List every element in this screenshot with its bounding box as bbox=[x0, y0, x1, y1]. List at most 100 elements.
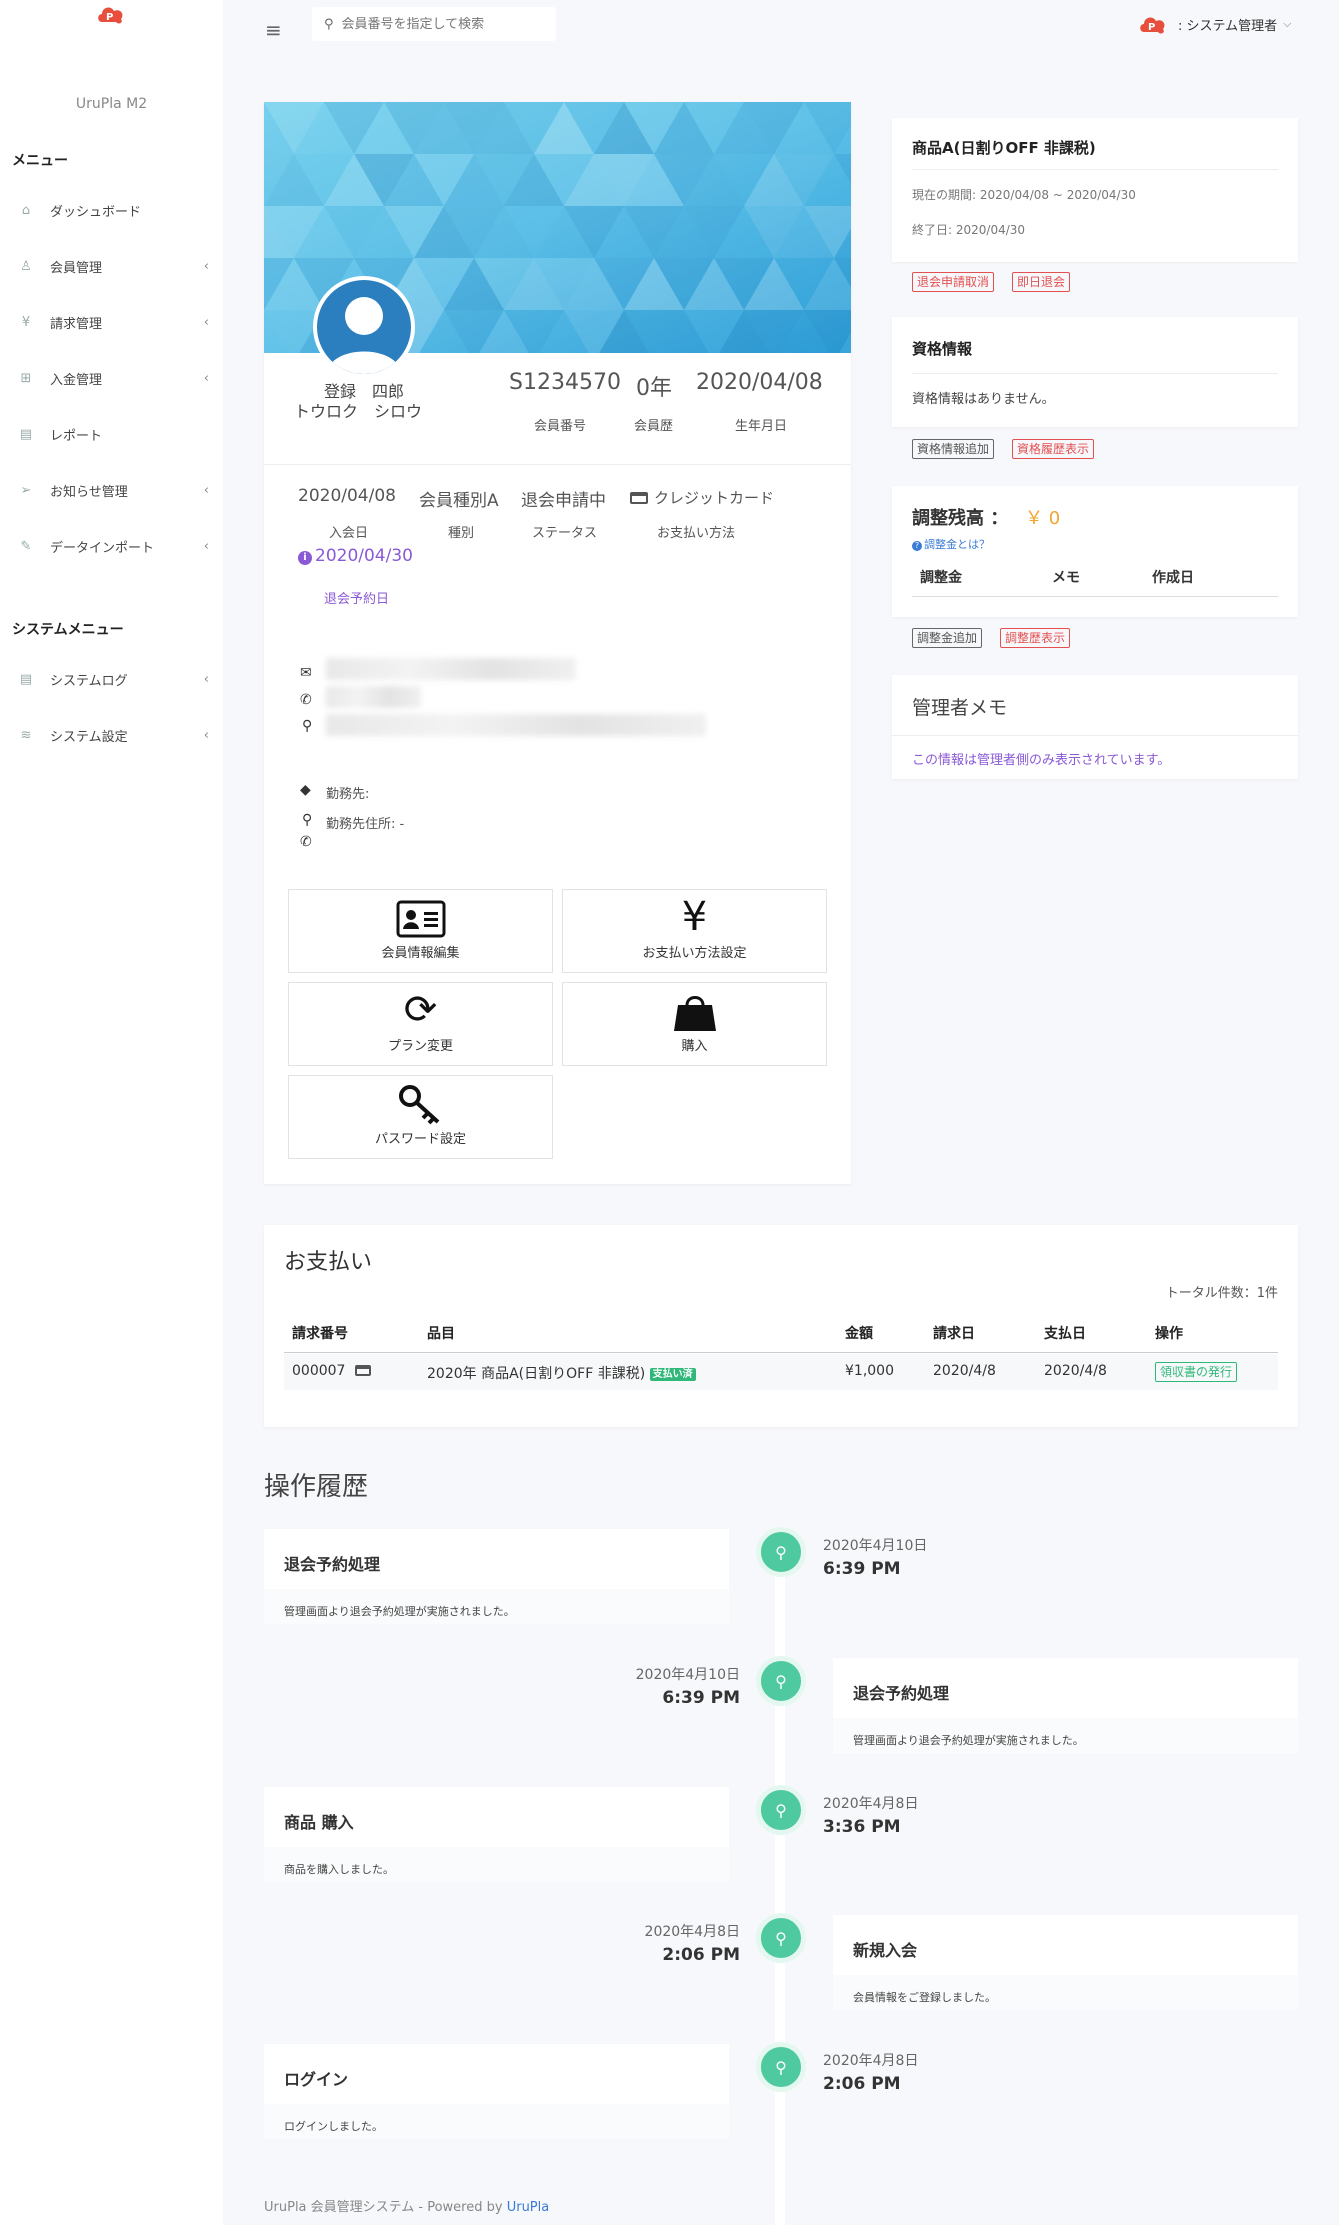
yen-icon: ¥ bbox=[681, 894, 708, 940]
map-marker-icon: ⚲ bbox=[756, 1527, 806, 1577]
brand-name: UruPla M2 bbox=[75, 96, 148, 112]
footer: UruPla 会員管理システム - Powered by UruPla bbox=[264, 2196, 549, 2215]
sidebar-item-notices[interactable]: ➢ お知らせ管理 ‹ bbox=[0, 471, 223, 509]
search-input[interactable] bbox=[341, 16, 542, 32]
add-qualification-button[interactable]: 資格情報追加 bbox=[912, 439, 995, 459]
redacted-address bbox=[326, 714, 706, 736]
purchase-button[interactable]: 購入 bbox=[562, 982, 827, 1066]
adjustment-help-label: 調整金とは？ bbox=[924, 538, 990, 551]
plan-change-button[interactable]: ⟳ プラン変更 bbox=[288, 982, 553, 1066]
adjustment-card: 調整残高 ： ￥ 0 ? 調整金とは？ 調整金 メモ 作成日 bbox=[892, 486, 1298, 617]
footer-text: UruPla 会員管理システム - Powered by bbox=[264, 2200, 507, 2215]
member-number-label: 会員番号 bbox=[534, 419, 587, 434]
product-end-date: 終了日: 2020/04/30 bbox=[912, 223, 1026, 237]
item-name-value: 2020年 商品A(日割りOFF 非課税) bbox=[427, 1366, 646, 1382]
qualification-empty: 資格情報はありません。 bbox=[912, 392, 1055, 407]
qualification-title: 資格情報 bbox=[912, 340, 973, 358]
map-marker-icon: ⚲ bbox=[756, 1656, 806, 1706]
timeline-date: 2020年4月8日 bbox=[823, 1796, 919, 1812]
timeline-card: 退会予約処理 管理画面より退会予約処理が実施されました。 bbox=[833, 1658, 1298, 1753]
search-icon: ⚲ bbox=[324, 16, 334, 32]
sidebar-item-import[interactable]: ✎ データインポート ‹ bbox=[0, 527, 223, 565]
edit-member-label: 会員情報編集 bbox=[381, 946, 460, 961]
sidebar-item-report[interactable]: ▤ レポート bbox=[0, 415, 223, 453]
map-marker-icon: ⚲ bbox=[302, 718, 313, 734]
id-card-icon bbox=[289, 896, 552, 946]
add-adjustment-button[interactable]: 調整金追加 bbox=[912, 628, 983, 648]
col-billed-date: 請求日 bbox=[933, 1326, 975, 1342]
avatar bbox=[313, 276, 415, 378]
info-icon: i bbox=[298, 551, 312, 565]
edit-member-button[interactable]: 会員情報編集 bbox=[288, 889, 553, 973]
sidebar-item-label: データインポート bbox=[50, 540, 155, 556]
password-settings-button[interactable]: パスワード設定 bbox=[288, 1075, 553, 1159]
chevron-icon: ‹ bbox=[203, 370, 209, 386]
chevron-icon: ‹ bbox=[203, 482, 209, 498]
chevron-icon: ‹ bbox=[203, 258, 209, 274]
product-card: 商品A(日割りOFF 非課税) 現在の期間: 2020/04/08 ~ 2020… bbox=[892, 118, 1298, 262]
col-invoice-no: 請求番号 bbox=[292, 1326, 348, 1342]
sidebar-item-dashboard[interactable]: ⌂ ダッシュボード bbox=[0, 191, 223, 229]
member-type-label: 種別 bbox=[448, 526, 475, 541]
invoice-no-value: 000007 bbox=[292, 1363, 346, 1379]
timeline-time-value: 6:39 bbox=[823, 1559, 866, 1579]
footer-link[interactable]: UruPla bbox=[507, 2200, 550, 2215]
workplace-address: 勤務先住所: - bbox=[326, 817, 405, 832]
tag-icon: ◆ bbox=[300, 782, 311, 798]
col-operation: 操作 bbox=[1155, 1326, 1183, 1342]
chevron-icon: ‹ bbox=[203, 314, 209, 330]
immediate-withdrawal-button[interactable]: 即日退会 bbox=[1012, 272, 1071, 292]
timeline-title: 退会予約処理 bbox=[853, 1684, 950, 1703]
key-icon bbox=[289, 1082, 552, 1134]
map-marker-icon: ⚲ bbox=[756, 1913, 806, 1963]
timeline-ampm: PM bbox=[871, 1559, 901, 1579]
qualification-history-button[interactable]: 資格履歴表示 bbox=[1012, 439, 1095, 459]
sidebar-item-label: システムログ bbox=[50, 673, 128, 689]
timeline-time: 6:39 PM bbox=[823, 1559, 901, 1579]
svg-text:P: P bbox=[106, 12, 113, 23]
cancel-withdrawal-button[interactable]: 退会申請取消 bbox=[912, 272, 995, 292]
timeline-ampm: PM bbox=[871, 2074, 901, 2094]
timeline-time-value: 2:06 bbox=[823, 2074, 866, 2094]
member-kana: トウロク シロウ bbox=[294, 402, 423, 421]
timeline-desc: 商品を購入しました。 bbox=[284, 1863, 394, 1876]
adjustment-help-link[interactable]: ? 調整金とは？ bbox=[912, 536, 990, 552]
timeline-time-value: 6:39 bbox=[662, 1688, 705, 1708]
user-menu[interactable]: P : システム管理者 ⌵ bbox=[1138, 12, 1291, 36]
file-icon: ▤ bbox=[19, 426, 33, 442]
table-row: 000007 2020年 商品A(日割りOFF 非課税) 支払い済 ¥1,000… bbox=[284, 1354, 1278, 1390]
payments-title: お支払い bbox=[284, 1250, 373, 1275]
payment-settings-button[interactable]: ¥ お支払い方法設定 bbox=[562, 889, 827, 973]
urupla-logo: P bbox=[98, 7, 123, 24]
birthday-label: 生年月日 bbox=[735, 419, 788, 434]
sidebar-item-billing[interactable]: ¥ 請求管理 ‹ bbox=[0, 303, 223, 341]
hamburger-menu-icon[interactable]: ≡ bbox=[265, 18, 282, 42]
sidebar-item-system-settings[interactable]: ≋ システム設定 ‹ bbox=[0, 716, 223, 754]
timeline-title: 新規入会 bbox=[853, 1941, 918, 1960]
adjustment-title: 調整残高 ： bbox=[912, 508, 1009, 529]
reserve-date-label: 退会予約日 bbox=[324, 592, 390, 607]
map-marker-icon: ⚲ bbox=[302, 812, 313, 828]
invoice-no: 000007 bbox=[292, 1363, 372, 1379]
timeline-time: 3:36 PM bbox=[823, 1817, 901, 1837]
sidebar-item-members[interactable]: ♙ 会員管理 ‹ bbox=[0, 247, 223, 285]
timeline-title: 退会予約処理 bbox=[284, 1555, 381, 1574]
join-date: 2020/04/08 bbox=[298, 486, 396, 506]
credit-card-icon bbox=[355, 1365, 372, 1376]
paid-badge: 支払い済 bbox=[649, 1368, 696, 1381]
birthday: 2020/04/08 bbox=[696, 370, 823, 395]
timeline-time: 2:06 PM bbox=[662, 1945, 740, 1965]
menu-heading: メニュー bbox=[12, 153, 68, 169]
password-settings-label: パスワード設定 bbox=[374, 1132, 466, 1147]
timeline-card: 商品 購入 商品を購入しました。 bbox=[264, 1787, 729, 1882]
history-title: 操作履歴 bbox=[264, 1472, 369, 1502]
phone-icon: ✆ bbox=[300, 692, 312, 708]
timeline-card: ログイン ログインしました。 bbox=[264, 2044, 729, 2139]
adjustment-history-button[interactable]: 調整歴表示 bbox=[1000, 628, 1071, 648]
timeline-date: 2020年4月8日 bbox=[823, 2053, 919, 2069]
issue-receipt-button[interactable]: 領収書の発行 bbox=[1155, 1362, 1238, 1382]
sidebar-item-system-log[interactable]: ▤ システムログ ‹ bbox=[0, 660, 223, 698]
sidebar-item-deposit[interactable]: ⊞ 入金管理 ‹ bbox=[0, 359, 223, 397]
member-status: 退会申請中 bbox=[521, 491, 606, 511]
member-years-label: 会員歴 bbox=[634, 419, 674, 434]
